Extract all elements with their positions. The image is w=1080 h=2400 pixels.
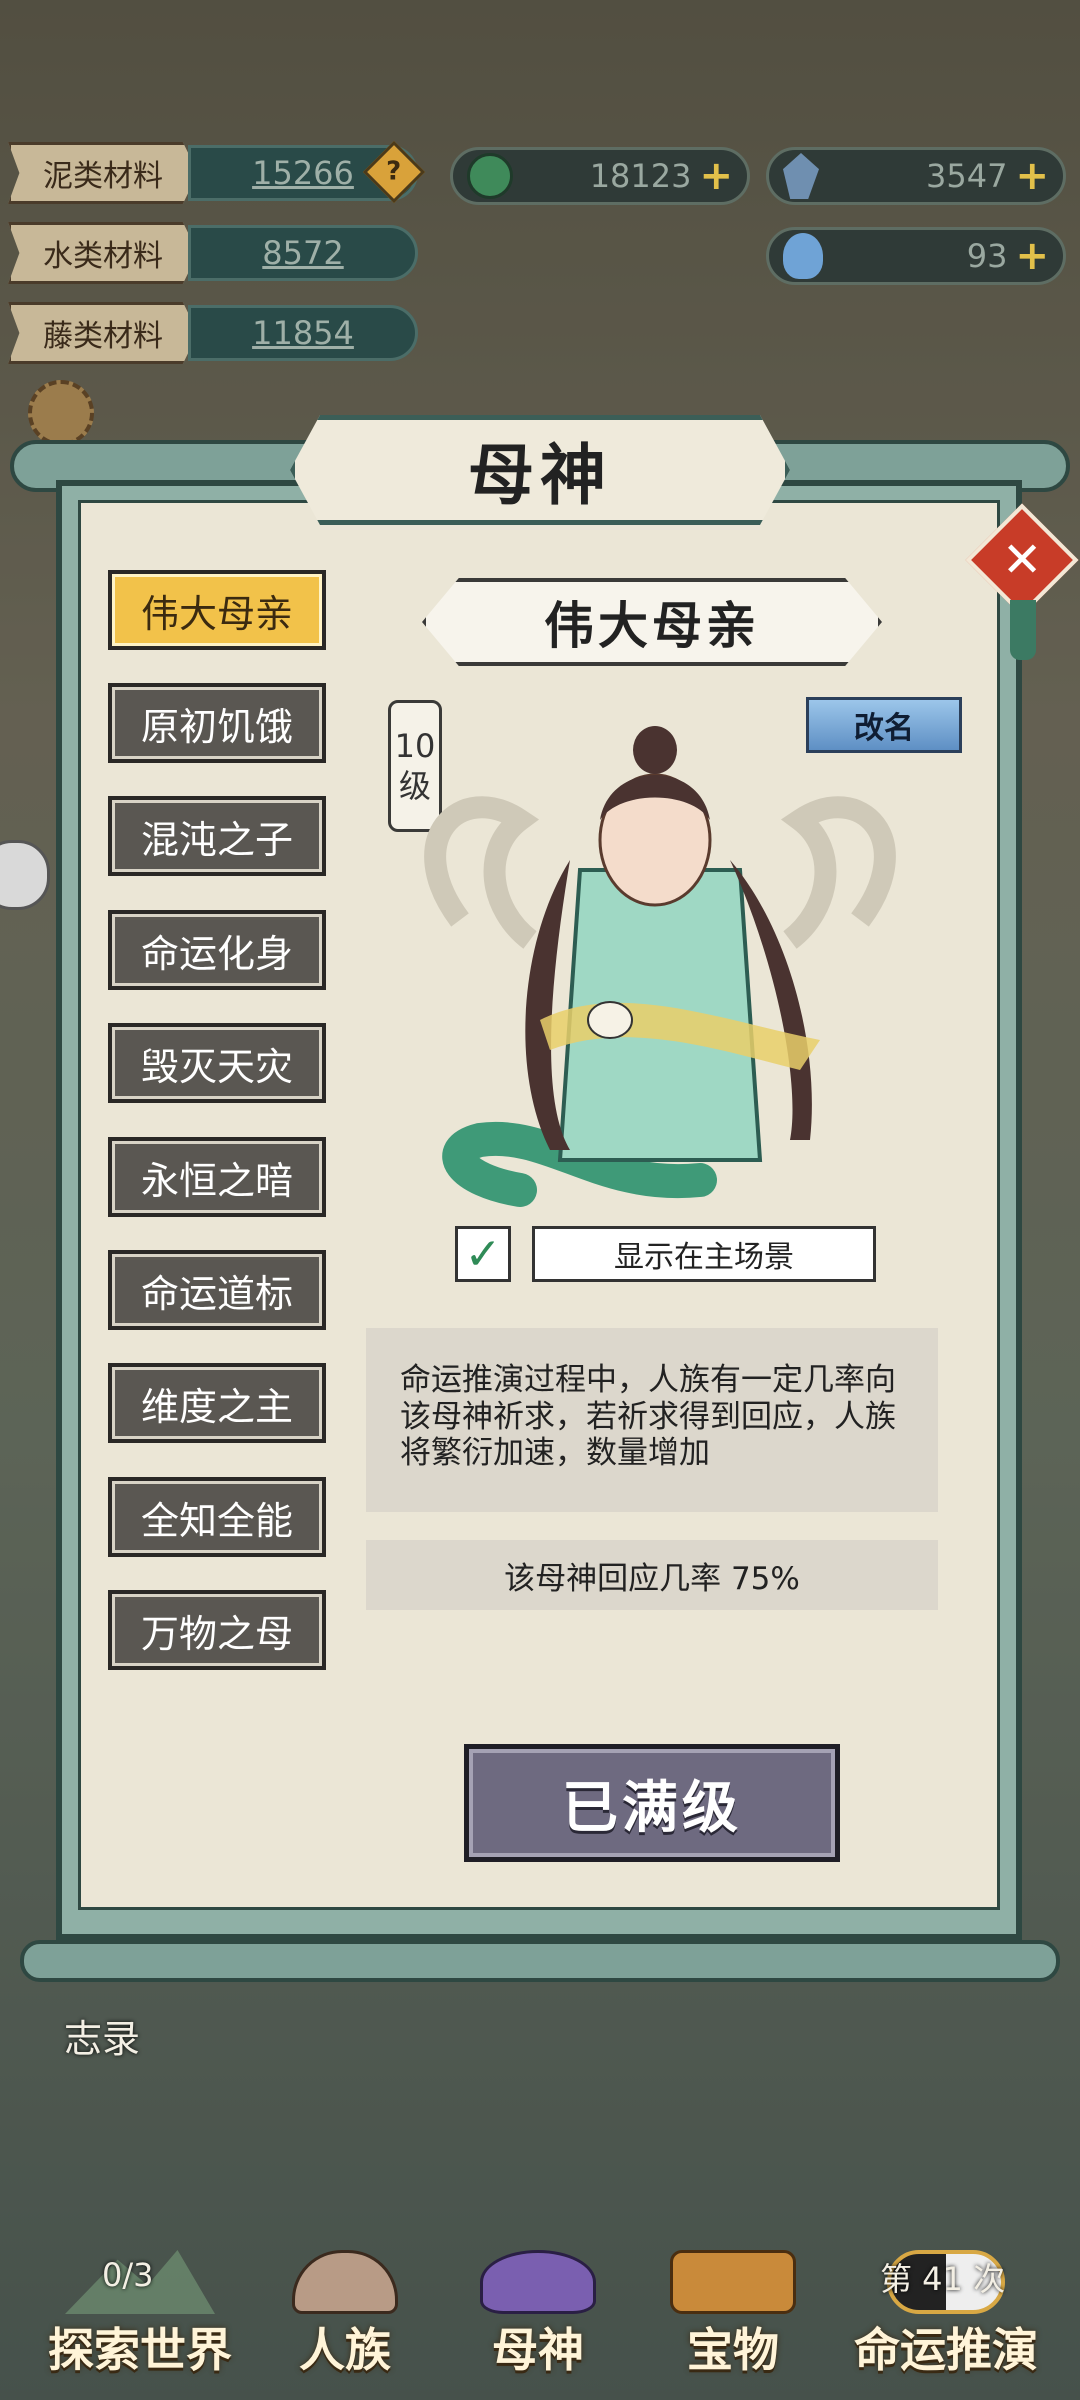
tab-destruction-calamity[interactable]: 毁灭天灾	[108, 1023, 326, 1103]
water-material-value[interactable]: 8572	[188, 225, 418, 281]
nav-human-race[interactable]: 人族	[270, 2250, 420, 2380]
treasure-chest-icon	[670, 2250, 796, 2314]
swirl-ornament-right	[780, 796, 896, 949]
lotus-flame-icon	[480, 2250, 596, 2314]
blue-flame-icon	[783, 233, 823, 279]
scroll-bottom-rod	[20, 1940, 1060, 1982]
spirit-currency-value: 18123	[589, 157, 692, 195]
tab-fate-avatar[interactable]: 命运化身	[108, 910, 326, 990]
tassel-ornament	[1010, 600, 1036, 660]
close-icon: ✕	[1001, 532, 1043, 588]
human-avatar-icon	[292, 2250, 398, 2314]
goddess-name: 伟大母亲	[544, 597, 760, 655]
goddess-portrait	[424, 726, 896, 1207]
nav-mother-goddess[interactable]: 母神	[458, 2250, 618, 2380]
tab-eternal-dark[interactable]: 永恒之暗	[108, 1137, 326, 1217]
modal-title-plate: 母神	[290, 415, 790, 525]
max-level-button[interactable]: 已满级	[464, 1744, 840, 1862]
tab-mother-of-all[interactable]: 万物之母	[108, 1590, 326, 1670]
modal-title: 母神	[468, 437, 612, 514]
plus-icon[interactable]: +	[1015, 233, 1049, 279]
tab-dimension-lord[interactable]: 维度之主	[108, 1363, 326, 1443]
mud-material-label: 泥类材料	[8, 142, 198, 204]
nav-mother-label: 母神	[492, 2323, 584, 2377]
tab-fate-beacon[interactable]: 命运道标	[108, 1250, 326, 1330]
tab-omniscient[interactable]: 全知全能	[108, 1477, 326, 1557]
checkmark-icon: ✓	[464, 1228, 502, 1280]
flame-currency[interactable]: 93 +	[766, 227, 1066, 285]
spirit-currency[interactable]: 18123 +	[450, 147, 750, 205]
hair-bun	[633, 726, 677, 774]
nav-treasure[interactable]: 宝物	[648, 2250, 818, 2380]
tab-great-mother[interactable]: 伟大母亲	[108, 570, 326, 650]
jade-swirl-icon	[467, 153, 513, 199]
vine-material-value[interactable]: 11854	[188, 305, 418, 361]
description-box: 命运推演过程中，人族有一定几率向该母神祈求，若祈求得到回应，人族将繁衍加速，数量…	[366, 1328, 938, 1512]
max-level-label: 已满级	[562, 1775, 742, 1841]
crystal-icon	[783, 153, 819, 199]
flame-currency-value: 93	[966, 237, 1008, 275]
tab-chaos-child[interactable]: 混沌之子	[108, 796, 326, 876]
seed-orb	[587, 1001, 633, 1039]
response-chance: 该母神回应几率 75%	[366, 1540, 938, 1610]
goddess-name-banner: 伟大母亲	[422, 578, 882, 666]
crystal-currency-value: 3547	[926, 157, 1008, 195]
plus-icon[interactable]: +	[699, 153, 733, 199]
swirl-ornament-left	[424, 796, 540, 949]
nav-human-label: 人族	[299, 2323, 391, 2377]
plus-icon[interactable]: +	[1015, 153, 1049, 199]
show-in-scene-checkbox[interactable]: ✓	[455, 1226, 511, 1282]
show-in-scene-label[interactable]: 显示在主场景	[532, 1226, 876, 1282]
crystal-currency[interactable]: 3547 +	[766, 147, 1066, 205]
tab-primordial-hunger[interactable]: 原初饥饿	[108, 683, 326, 763]
explore-progress: 0/3	[102, 2256, 154, 2294]
nav-fate-label: 命运推演	[854, 2323, 1038, 2377]
nav-treasure-label: 宝物	[687, 2323, 779, 2377]
gear-icon[interactable]	[28, 380, 94, 446]
nav-explore-label: 探索世界	[48, 2323, 232, 2377]
chronicle-label[interactable]: 志录	[64, 2008, 140, 2063]
vine-material-label: 藤类材料	[8, 302, 198, 364]
fate-count: 第 41 次	[880, 2260, 1006, 2298]
water-material-label: 水类材料	[8, 222, 198, 284]
